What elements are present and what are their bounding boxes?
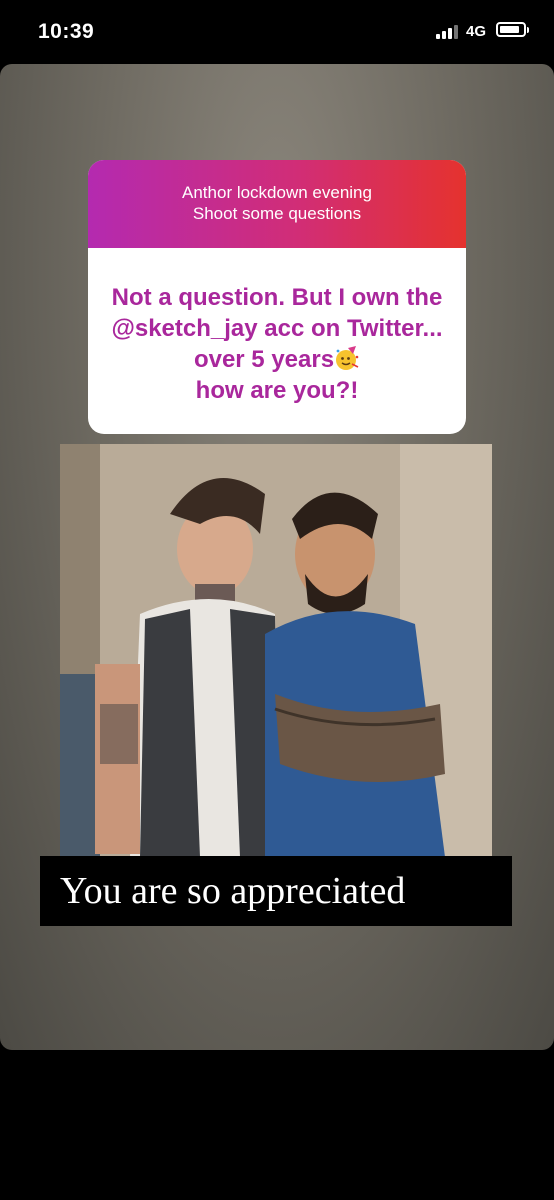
signal-icon: [436, 23, 460, 39]
answer-text-tail: how are you?!: [195, 377, 359, 404]
answer-text: Not a question. But I own the @sketch_ja…: [111, 284, 443, 373]
story-card[interactable]: Anthor lockdown evening Shoot some quest…: [0, 64, 554, 1050]
photo-illustration: [60, 444, 492, 857]
story-photo: [60, 444, 492, 857]
question-prompt: Anthor lockdown evening Shoot some quest…: [88, 160, 466, 248]
question-answer: Not a question. But I own the @sketch_ja…: [88, 248, 466, 406]
question-prompt-line-1: Anthor lockdown evening: [182, 183, 372, 202]
story-caption: You are so appreciated: [40, 856, 512, 926]
question-prompt-line-2: Shoot some questions: [192, 204, 362, 223]
battery-icon: [496, 22, 529, 37]
network-type: 4G: [466, 23, 487, 40]
party-face-icon: [334, 345, 360, 371]
question-sticker[interactable]: Anthor lockdown evening Shoot some quest…: [88, 160, 466, 434]
status-time: 10:39: [38, 20, 95, 43]
status-bar: 10:39 4G: [0, 0, 554, 64]
